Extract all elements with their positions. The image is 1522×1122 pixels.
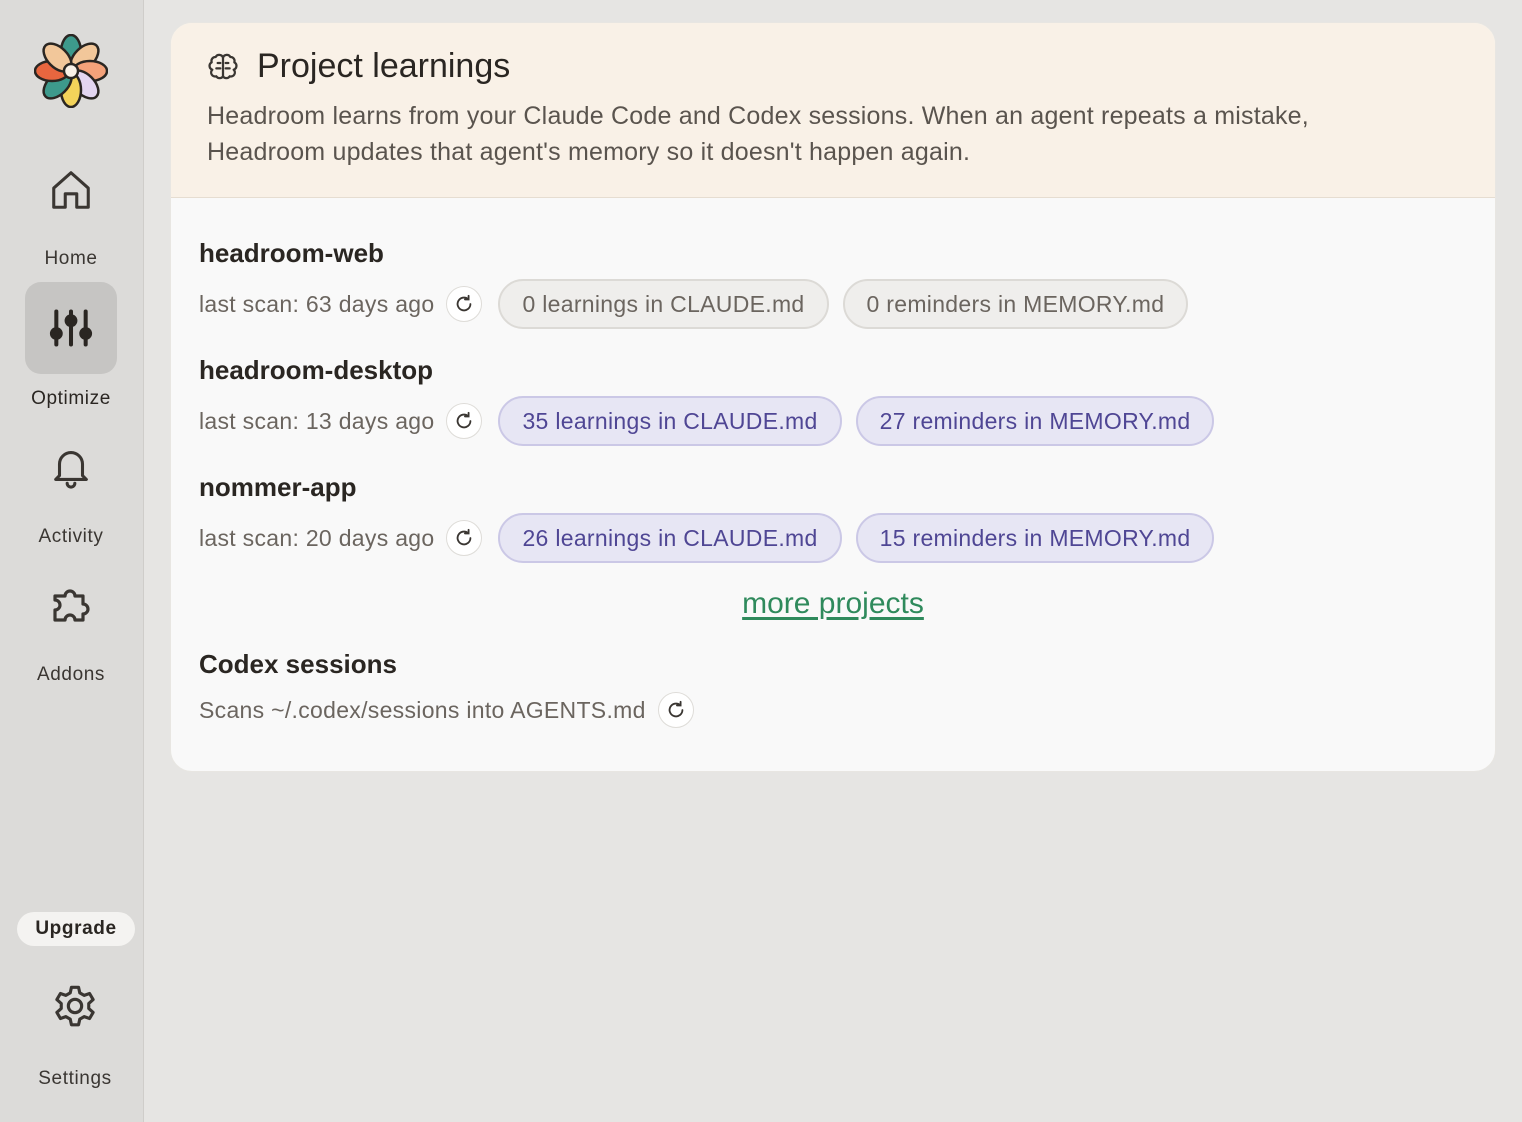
learnings-pill[interactable]: 26 learnings in CLAUDE.md <box>498 513 842 563</box>
learnings-pill[interactable]: 35 learnings in CLAUDE.md <box>498 396 842 446</box>
refresh-icon <box>457 411 472 429</box>
project-row: last scan: 63 days ago 0 learnings in CL… <box>199 279 1495 329</box>
refresh-icon <box>668 700 684 718</box>
sidebar-item-addons[interactable]: Addons <box>0 558 142 686</box>
project-row: last scan: 20 days ago 26 learnings in C… <box>199 513 1495 563</box>
project-item: headroom-web last scan: 63 days ago 0 le… <box>199 238 1495 329</box>
sliders-icon <box>49 309 93 347</box>
description-line-2: Headroom updates that agent's memory so … <box>207 138 971 166</box>
description-line-1: Headroom learns from your Claude Code an… <box>207 102 1309 130</box>
project-row: last scan: 13 days ago 35 learnings in C… <box>199 396 1495 446</box>
brain-icon <box>208 53 238 79</box>
learnings-pill[interactable]: 0 learnings in CLAUDE.md <box>498 279 829 329</box>
reminders-pill[interactable]: 0 reminders in MEMORY.md <box>842 279 1189 329</box>
refresh-icon <box>457 528 472 546</box>
codex-sessions-section: Codex sessions Scans ~/.codex/sessions i… <box>199 649 1495 728</box>
project-name: nommer-app <box>199 472 357 502</box>
reminders-pill[interactable]: 15 reminders in MEMORY.md <box>855 513 1215 563</box>
nav-icon-box <box>29 960 121 1052</box>
refresh-button[interactable] <box>657 692 694 728</box>
project-name: headroom-web <box>199 238 384 268</box>
app-logo <box>33 33 109 109</box>
upgrade-button[interactable]: Upgrade <box>17 912 135 946</box>
sidebar-item-activity[interactable]: Activity <box>0 420 142 548</box>
card-header: Project learnings Headroom learns from y… <box>171 23 1495 198</box>
bell-icon <box>54 451 88 489</box>
refresh-button[interactable] <box>446 286 483 322</box>
card-description: Headroom learns from your Claude Code an… <box>207 98 1459 170</box>
project-name: headroom-desktop <box>199 355 434 385</box>
sidebar-item-settings[interactable]: Settings <box>4 960 146 1090</box>
codex-title: Codex sessions <box>199 649 397 679</box>
last-scan-text: last scan: 20 days ago <box>199 524 435 551</box>
refresh-button[interactable] <box>446 520 483 556</box>
project-item: nommer-app last scan: 20 days ago 26 lea… <box>199 472 1495 563</box>
project-list: headroom-web last scan: 63 days ago 0 le… <box>171 198 1495 728</box>
nav-icon-box <box>25 558 117 650</box>
codex-row: Scans ~/.codex/sessions into AGENTS.md <box>199 692 1495 728</box>
nav-icon-box <box>25 420 117 512</box>
settings-label: Settings <box>38 1068 112 1089</box>
codex-subtitle: Scans ~/.codex/sessions into AGENTS.md <box>199 696 646 723</box>
nav-icon-box <box>25 282 117 374</box>
sidebar-item-optimize[interactable]: Optimize <box>0 282 142 410</box>
last-scan-text: last scan: 63 days ago <box>199 290 435 317</box>
sidebar-item-label: Optimize <box>31 388 111 409</box>
sidebar-item-home[interactable]: Home <box>0 144 142 270</box>
reminders-pill[interactable]: 27 reminders in MEMORY.md <box>855 396 1215 446</box>
sidebar-item-label: Addons <box>36 664 106 685</box>
nav-icon-box <box>25 144 117 236</box>
refresh-icon <box>457 294 472 312</box>
gear-icon <box>55 985 95 1027</box>
project-learnings-card: Project learnings Headroom learns from y… <box>170 22 1496 772</box>
last-scan-text: last scan: 13 days ago <box>199 407 435 434</box>
project-item: headroom-desktop last scan: 13 days ago … <box>199 355 1495 446</box>
title-row: Project learnings <box>207 47 1459 86</box>
more-projects-link[interactable]: more projects <box>171 587 1495 621</box>
refresh-button[interactable] <box>446 403 483 439</box>
sidebar-item-label: Activity <box>38 526 104 547</box>
page-title: Project learnings <box>257 47 511 85</box>
home-icon <box>52 171 90 209</box>
sidebar: Home Optimize Activity Addons Upgrade Se… <box>0 0 144 1122</box>
sidebar-item-label: Home <box>44 248 98 269</box>
puzzle-icon <box>53 589 90 622</box>
